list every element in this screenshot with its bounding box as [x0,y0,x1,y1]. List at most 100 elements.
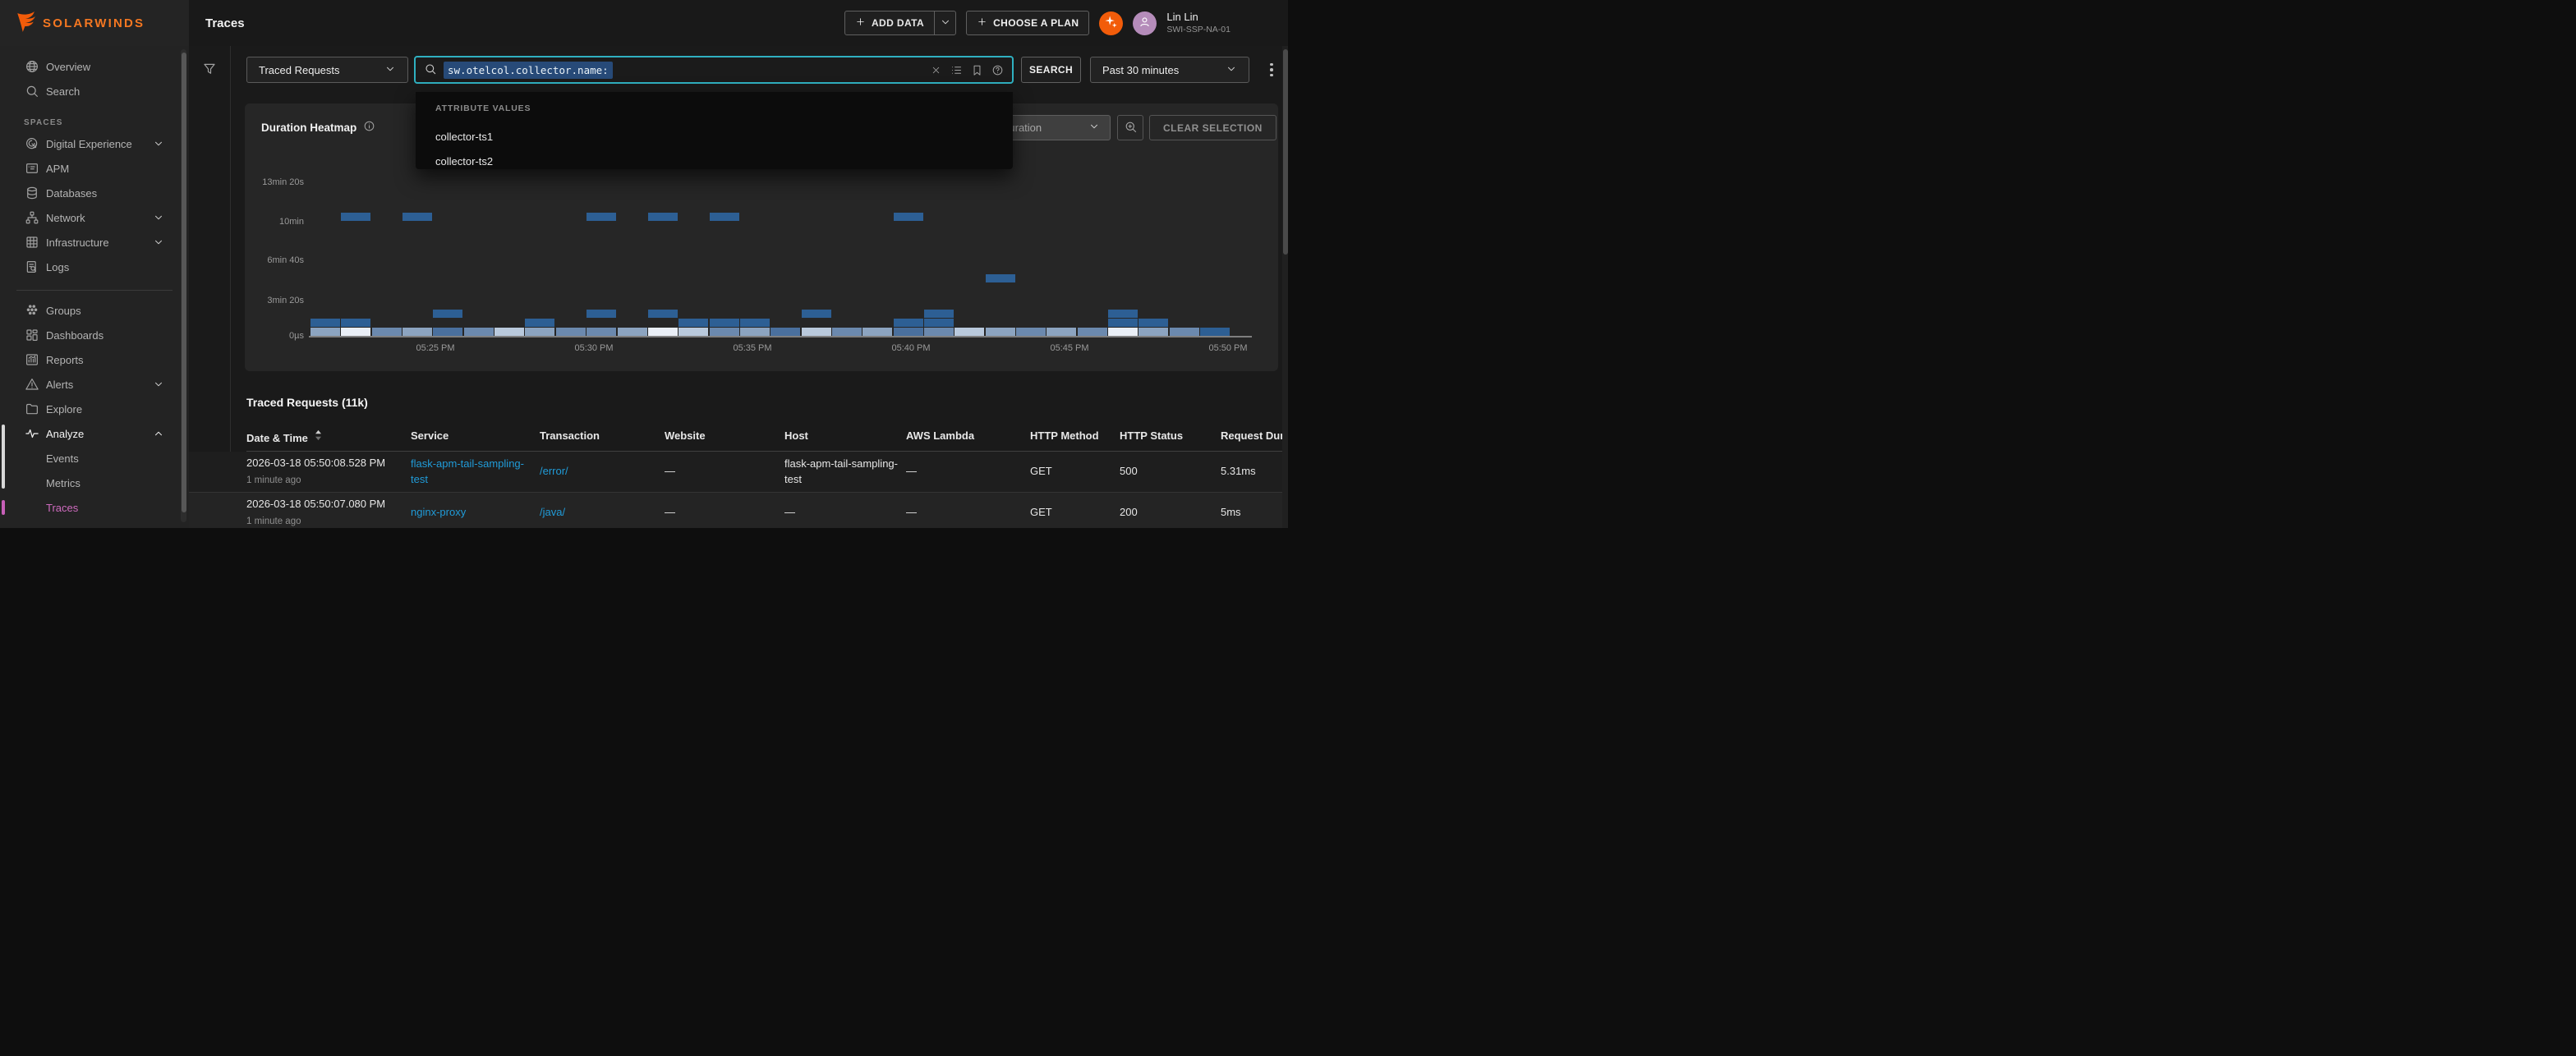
dropdown-option[interactable]: collector-ts2 [416,149,1013,172]
heatmap-cell[interactable] [710,319,739,327]
choose-plan-button[interactable]: CHOOSE A PLAN [966,11,1089,35]
heatmap-cell[interactable] [986,274,1015,282]
heatmap-cell[interactable] [525,328,554,336]
clear-selection-button[interactable]: CLEAR SELECTION [1149,115,1276,140]
sidebar-item[interactable]: Explore [0,397,189,421]
heatmap-cell[interactable] [402,213,432,221]
heatmap-cell[interactable] [1108,328,1138,336]
table-column-header[interactable]: Transaction [540,429,600,442]
heatmap-cell[interactable] [310,328,340,336]
query-list-icon[interactable] [950,63,963,76]
heatmap-cell[interactable] [894,319,923,327]
heatmap-cell[interactable] [1138,319,1168,327]
heatmap-cell[interactable] [556,328,586,336]
heatmap-cell[interactable] [494,328,524,336]
brand-logo[interactable]: SOLARWINDS [0,0,189,46]
table-row[interactable]: 2026-03-18 05:50:08.528 PM 1 minute ago … [0,452,1288,493]
sidebar-subitem[interactable]: Metrics [0,471,189,495]
heatmap-cell[interactable] [894,213,923,221]
table-column-header[interactable]: Service [411,429,448,442]
table-column-header[interactable]: Host [784,429,808,442]
sidebar-subitem[interactable]: Traces [0,495,189,520]
heatmap-cell[interactable] [986,328,1015,336]
sidebar-item[interactable]: Alerts [0,372,189,397]
sidebar-item[interactable]: Logs [0,255,189,279]
sidebar-item[interactable]: APM [0,156,189,181]
heatmap-cell[interactable] [740,328,770,336]
table-column-header[interactable]: Request Duration [1221,429,1288,442]
help-icon[interactable] [991,63,1004,76]
heatmap-cell[interactable] [832,328,862,336]
heatmap-cell[interactable] [678,319,708,327]
heatmap-cell[interactable] [1170,328,1199,336]
sidebar-item[interactable]: Dashboards [0,323,189,347]
heatmap-cell[interactable] [924,310,954,318]
time-range-select[interactable]: Past 30 minutes [1090,57,1249,83]
heatmap-cell[interactable] [433,328,462,336]
sidebar-item[interactable]: Reports [0,347,189,372]
heatmap-cell[interactable] [341,319,370,327]
sidebar-item[interactable]: Analyze [0,421,189,446]
heatmap-cell[interactable] [1200,328,1230,336]
clear-query-icon[interactable] [929,63,942,76]
add-data-caret-button[interactable] [934,11,955,34]
heatmap-cell[interactable] [648,310,678,318]
heatmap-cell[interactable] [740,319,770,327]
heatmap-cell[interactable] [894,328,923,336]
heatmap-cell[interactable] [618,328,647,336]
sidebar-subitem[interactable]: Events [0,446,189,471]
heatmap-cell[interactable] [924,319,954,327]
user-avatar[interactable] [1133,11,1157,35]
search-button[interactable]: SEARCH [1021,57,1081,83]
bookmark-icon[interactable] [970,63,983,76]
heatmap-cell[interactable] [1138,328,1168,336]
cell-service-link[interactable]: flask-apm-tail-sampling-test [411,452,526,492]
heatmap-cell[interactable] [648,328,678,336]
heatmap-cell[interactable] [954,328,984,336]
heatmap-cell[interactable] [1108,319,1138,327]
table-column-header[interactable]: Website [665,429,706,442]
table-column-header[interactable]: AWS Lambda [906,429,974,442]
heatmap-cell[interactable] [770,328,800,336]
sidebar-item[interactable]: Databases [0,181,189,205]
zoom-in-button[interactable] [1117,115,1143,140]
dropdown-option[interactable]: collector-ts1 [416,125,1013,148]
heatmap-cell[interactable] [1016,328,1046,336]
sidebar-scrollbar[interactable] [181,49,186,522]
query-token[interactable]: sw.otelcol.collector.name: [444,62,613,79]
heatmap-cell[interactable] [1046,328,1076,336]
cell-service-link[interactable]: nginx-proxy [411,493,526,528]
heatmap-cell[interactable] [710,213,739,221]
sidebar-item[interactable]: Groups [0,298,189,323]
entity-type-select[interactable]: Traced Requests [246,57,408,83]
sidebar-item[interactable]: Infrastructure [0,230,189,255]
user-info[interactable]: Lin Lin SWI-SSP-NA-01 [1166,11,1230,34]
heatmap-cell[interactable] [372,328,402,336]
cell-transaction-link[interactable]: /java/ [540,493,655,528]
heatmap-cell[interactable] [341,328,370,336]
heatmap-cell[interactable] [525,319,554,327]
heatmap-cell[interactable] [1108,310,1138,318]
heatmap-cell[interactable] [402,328,432,336]
heatmap-cell[interactable] [648,213,678,221]
table-column-header[interactable]: HTTP Method [1030,429,1099,442]
heatmap-cell[interactable] [802,310,831,318]
heatmap-cell[interactable] [678,328,708,336]
heatmap-cell[interactable] [924,328,954,336]
table-column-header[interactable]: Date & Time [246,429,322,444]
heatmap-cell[interactable] [464,328,494,336]
add-data-button[interactable]: ADD DATA [845,11,934,34]
sidebar-item[interactable]: Digital Experience [0,131,189,156]
heatmap-cell[interactable] [310,319,340,327]
info-icon[interactable] [363,120,375,135]
table-column-header[interactable]: HTTP Status [1120,429,1183,442]
window-scrollbar[interactable] [1282,46,1288,528]
sort-icon[interactable] [315,429,322,443]
more-options-kebab-menu[interactable] [1266,57,1277,83]
heatmap-cell[interactable] [586,328,616,336]
ai-assistant-button[interactable] [1099,11,1123,35]
heatmap-cell[interactable] [586,310,616,318]
sidebar-item[interactable]: Network [0,205,189,230]
heatmap-cell[interactable] [433,310,462,318]
heatmap-cell[interactable] [586,213,616,221]
